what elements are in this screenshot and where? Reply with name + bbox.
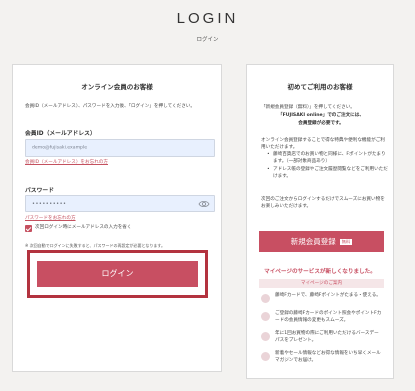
- points-icon: [261, 312, 270, 321]
- login-button-highlight: ログイン: [27, 250, 208, 298]
- free-badge: 無料: [339, 239, 353, 245]
- benefit-text: 年に1回お買物の際にご利用いただけるバースデーパスをプレゼント。: [275, 331, 379, 343]
- register-button[interactable]: 新規会員登録 無料: [259, 231, 384, 252]
- register-intro-3: 会員登録が必要です。: [298, 121, 344, 126]
- password-label: パスワード: [25, 188, 54, 194]
- register-bullet-list: 藤崎百貨店でのお買い物と同様に、Fポイントがたまります。（一部対象商品あり） ア…: [267, 152, 389, 182]
- register-button-label: 新規会員登録: [290, 237, 336, 246]
- benefit-item: 新着やセール情報などお得な情報をいち早くメールマガジンでお届け。: [259, 351, 384, 367]
- benefit-item: 年に1回お買物の際にご利用いただけるバースデーパスをプレゼント。: [259, 331, 384, 347]
- login-description: 会員ID（メールアドレス）、パスワードを入力後、「ログイン」を押してください。: [25, 104, 195, 109]
- mypage-guide-bar: マイページのご案内: [259, 279, 384, 288]
- login-card: オンライン会員のお客様 会員ID（メールアドレス）、パスワードを入力後、「ログイ…: [12, 64, 222, 372]
- benefit-text: 新着やセール情報などお得な情報をいち早くメールマガジンでお届け。: [275, 351, 381, 363]
- forgot-password-link[interactable]: パスワードをお忘れの方: [25, 215, 76, 221]
- remember-label: 次回ログイン時にメールアドレスの入力を省く: [35, 225, 132, 230]
- birthday-icon: [261, 332, 270, 341]
- login-heading: オンライン会員のお客様: [81, 83, 153, 91]
- register-card: 初めてご利用のお客様 「新規会員登録（無料）」を押してください。 「FUJISA…: [246, 64, 394, 379]
- show-password-icon[interactable]: [198, 199, 210, 209]
- register-intro-1: 「新規会員登録（無料）」を押してください。: [261, 105, 355, 110]
- page-title: LOGIN: [176, 10, 239, 27]
- register-after-text: 次回のご注文からログインするだけでスムーズにお買い物をお楽しみいただけます。: [261, 197, 385, 209]
- card-icon: [261, 294, 270, 303]
- login-note: ※ 次回自動でログインに失敗すると、パスワードの再設定が必要となります。: [25, 243, 165, 248]
- register-heading: 初めてご利用のお客様: [287, 83, 353, 91]
- register-bullet: 藤崎百貨店でのお買い物と同様に、Fポイントがたまります。（一部対象商品あり）: [267, 152, 389, 166]
- register-body: オンライン会員登録することで得な特典や便利な機能がご利用いただけます。: [261, 138, 385, 150]
- benefit-text: 藤崎Fカードで、藤崎Fポイントがたまる・使える。: [275, 293, 381, 298]
- page-header: LOGIN ログイン: [0, 0, 415, 58]
- login-button[interactable]: ログイン: [37, 261, 198, 287]
- page-subtitle: ログイン: [196, 37, 219, 43]
- forgot-id-link[interactable]: 会員ID（メールアドレス）をお忘れの方: [25, 159, 108, 165]
- benefit-item: 藤崎Fカードで、藤崎Fポイントがたまる・使える。: [259, 293, 384, 309]
- id-input[interactable]: demo@fujisaki.example: [25, 139, 215, 157]
- mail-icon: [261, 352, 270, 361]
- mypage-title: マイページのサービスが新しくなりました。: [264, 269, 376, 275]
- id-label: 会員ID（メールアドレス）: [25, 131, 96, 137]
- benefit-item: ご登録の藤崎Fカードのポイント照会やポイントFカードの会員情報の変更もスムーズ。: [259, 311, 384, 327]
- remember-checkbox[interactable]: [25, 225, 32, 232]
- register-intro-2: 「FUJISAKI online」でのご注文には、: [278, 113, 364, 118]
- password-input-value: ••••••••••: [32, 200, 67, 207]
- benefit-text: ご登録の藤崎Fカードのポイント照会やポイントFカードの会員情報の変更もスムーズ。: [275, 311, 382, 323]
- id-input-value: demo@fujisaki.example: [32, 145, 88, 151]
- register-bullet: アドレス帳の登録やご注文履歴閲覧などをご利用いただけます。: [267, 167, 389, 181]
- password-input[interactable]: ••••••••••: [25, 195, 215, 212]
